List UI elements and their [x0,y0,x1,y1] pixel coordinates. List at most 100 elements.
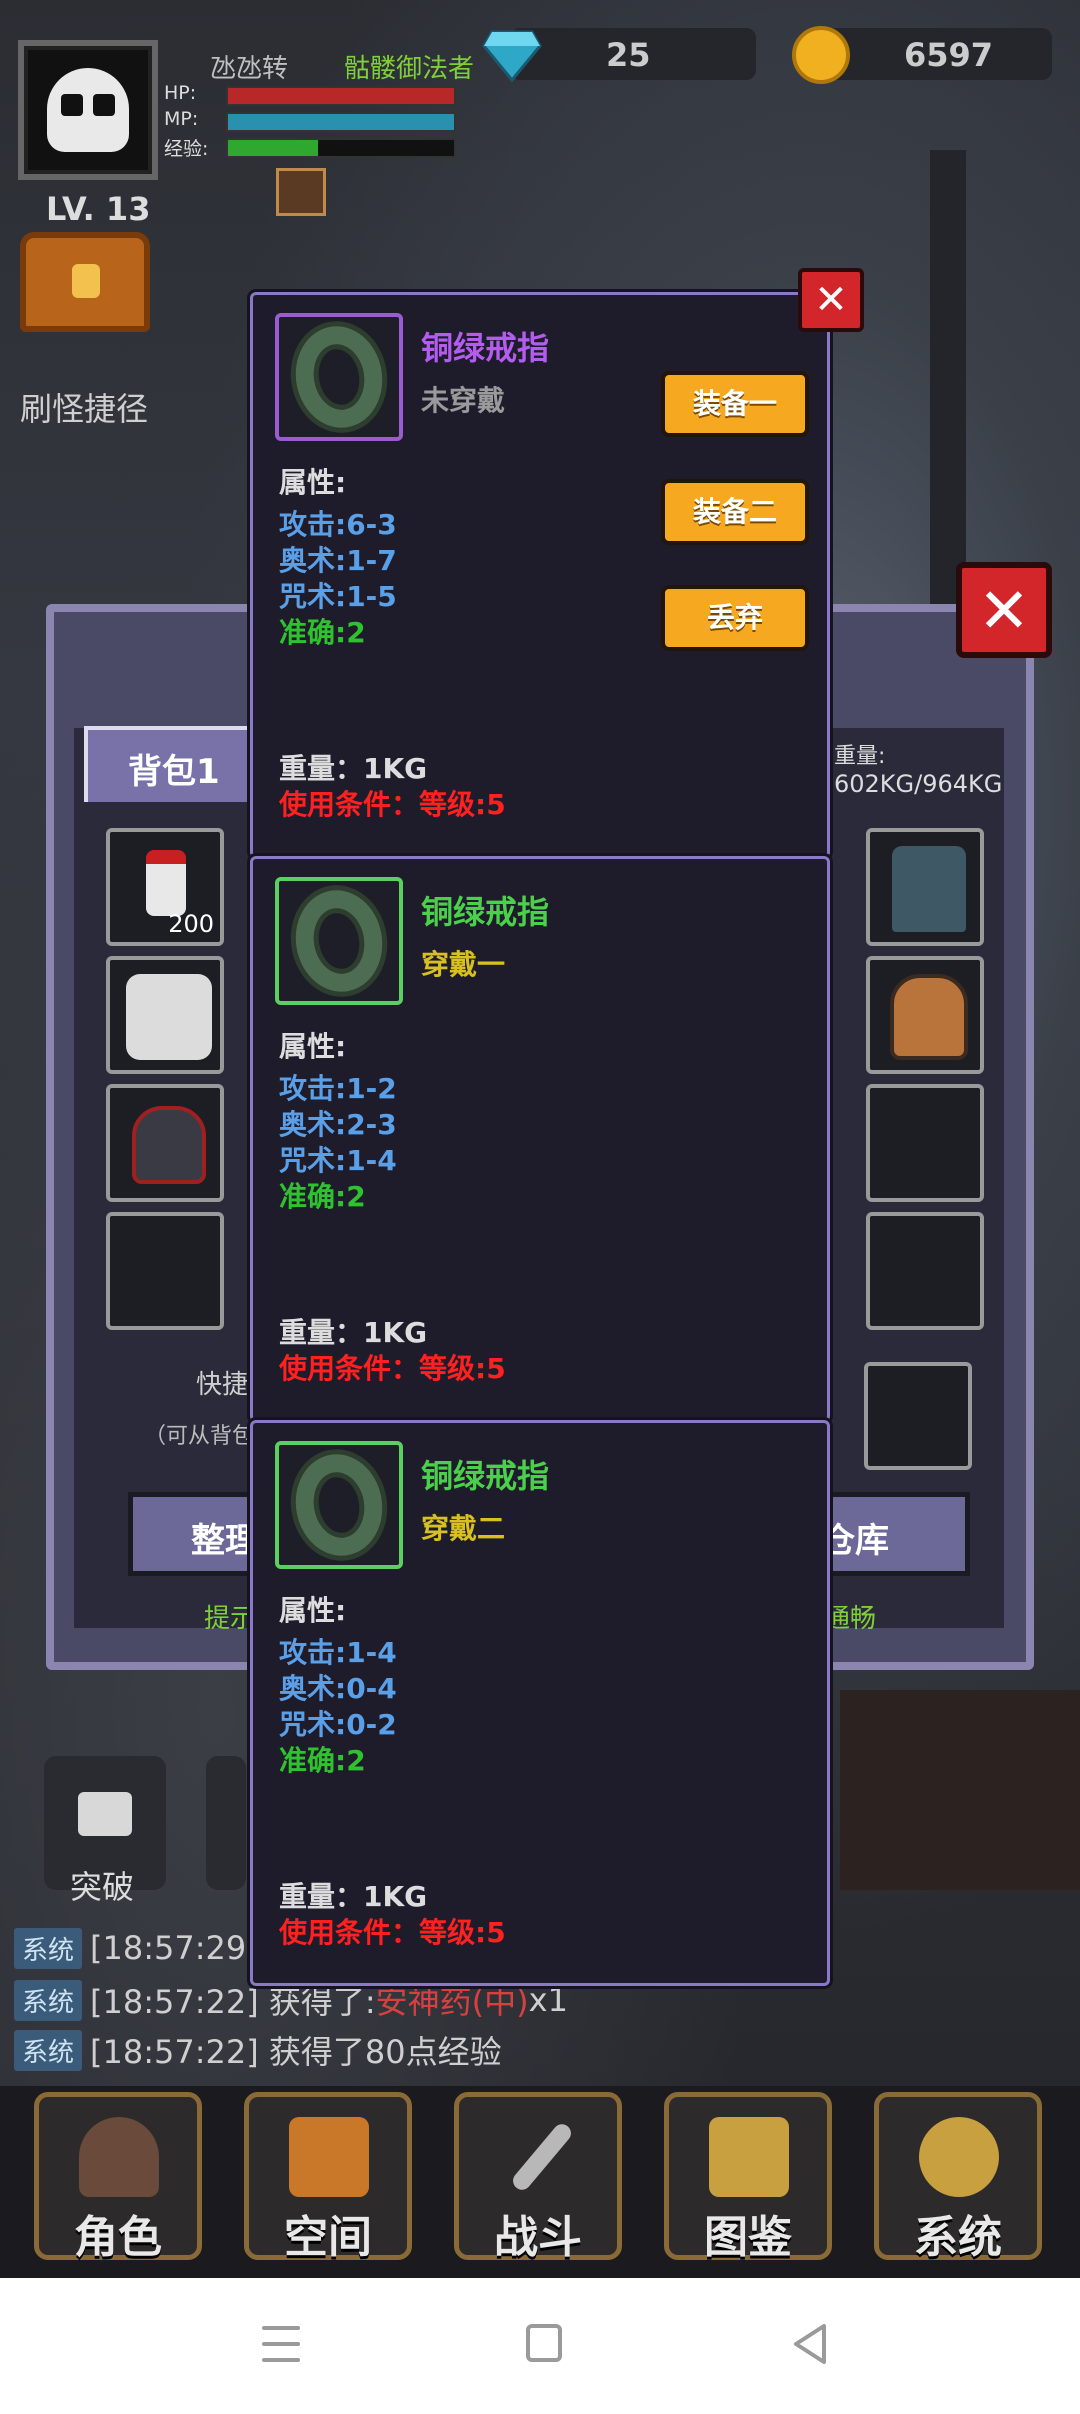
chat-line: 系统 [18:57:29 [14,1927,247,1969]
book-icon [709,2117,789,2197]
mp-label: MP: [164,108,199,130]
breakthrough-label: 突破 [70,1868,135,1906]
item-icon-frame [275,877,403,1005]
gold-coin-icon [792,26,850,84]
quickbar-label: 快捷 [196,1370,249,1400]
robe-icon [892,846,966,932]
side-button-partial[interactable] [206,1756,246,1890]
attribute-curse: 咒术:0-2 [279,1708,397,1741]
attribute-attack: 攻击:1-4 [279,1636,397,1669]
exp-bar [226,138,456,158]
item-name: 铜绿戒指 [421,1457,550,1495]
tip-text-end: 通畅 [824,1604,877,1634]
fist-buff-icon[interactable] [276,168,326,216]
monster-shortcut-label[interactable]: 刷怪捷径 [20,384,148,430]
horned-helmet-icon [79,2117,159,2197]
attribute-arcane: 奥术:1-7 [279,544,397,577]
inventory-slot-helmet[interactable] [106,1084,224,1202]
close-icon: ✕ [814,277,848,323]
nav-label: 战斗 [494,2212,582,2263]
chat-text: [18:57:22] 获得了80点经验 [90,2033,502,2071]
item-card-unequipped: 铜绿戒指 未穿戴 属性: 攻击:6-3 奥术:1-7 咒术:1-5 准确:2 重… [250,292,830,858]
item-icon-frame [275,313,403,441]
nav-character-button[interactable]: 角色 [34,2092,202,2263]
chat-suffix: x1 [528,1981,568,2019]
chat-line: 系统 [18:57:22] 获得了80点经验 [14,2029,502,2071]
ring-icon [287,883,391,999]
attribute-accuracy: 准确:2 [279,616,366,649]
inventory-slot-empty[interactable] [866,1212,984,1330]
item-icon-frame [275,1441,403,1569]
sword-icon [509,2120,575,2194]
equip-slot-1-button[interactable]: 装备一 [661,371,809,437]
back-button[interactable] [790,2322,830,2366]
inventory-slot-robe[interactable] [866,828,984,946]
item-name: 铜绿戒指 [421,329,550,367]
attribute-attack: 攻击:1-2 [279,1072,397,1105]
attribute-attack: 攻击:6-3 [279,508,397,541]
white-armor-icon [126,974,212,1060]
inventory-slot-empty[interactable] [866,1084,984,1202]
player-name: 氹氹转 [210,54,289,84]
ring-icon [287,1447,391,1563]
nav-battle-button[interactable]: 战斗 [454,2092,622,2263]
discard-button[interactable]: 丢弃 [661,585,809,651]
player-avatar[interactable] [18,40,158,180]
gold-count: 6597 [904,36,994,74]
backpack-icon [289,2117,369,2197]
chat-tag: 系统 [14,1979,83,2021]
attribute-arcane: 奥术:2-3 [279,1108,397,1141]
recent-apps-button[interactable] [262,2326,300,2362]
item-equip-state: 穿戴一 [421,948,506,981]
quickbar-slot[interactable] [864,1362,972,1470]
nav-label: 空间 [284,2212,372,2263]
close-backpack-button[interactable]: ✕ [956,562,1052,658]
chat-tag: 系统 [14,1927,83,1969]
gem-count: 25 [606,36,651,74]
inventory-slot-potion[interactable]: 200 [106,828,224,946]
attribute-curse: 咒术:1-5 [279,580,397,613]
nav-codex-button[interactable]: 图鉴 [664,2092,832,2263]
item-quantity: 200 [168,910,214,938]
mp-bar [226,112,456,132]
hp-bar [226,86,456,106]
attributes-title: 属性: [279,1594,347,1627]
background-spire [930,150,966,610]
item-weight: 重量：1KG [279,1316,428,1349]
lock-icon [78,1792,132,1836]
home-button[interactable] [526,2324,562,2362]
quickbar-hint: （可从背包 [144,1424,255,1449]
chat-tag: 系统 [14,2029,83,2071]
item-requirement: 使用条件：等级:5 [279,1916,506,1949]
close-item-card-button[interactable]: ✕ [798,268,864,332]
item-equip-state: 未穿戴 [421,384,506,417]
gear-icon [919,2117,999,2197]
equip-slot-2-button[interactable]: 装备二 [661,479,809,545]
hp-label: HP: [164,82,197,104]
exp-label: 经验: [164,138,209,160]
nav-system-button[interactable]: 系统 [874,2092,1042,2263]
blue-diamond-icon [482,30,542,82]
player-level: LV. 13 [46,190,151,228]
item-equip-state: 穿戴二 [421,1512,506,1545]
item-requirement: 使用条件：等级:5 [279,1352,506,1385]
inventory-slot-horned-helmet[interactable] [866,956,984,1074]
item-requirement: 使用条件：等级:5 [279,788,506,821]
attribute-arcane: 奥术:0-4 [279,1672,397,1705]
nav-label: 图鉴 [704,2212,792,2263]
attributes-title: 属性: [279,466,347,499]
inventory-slot-empty[interactable] [106,1212,224,1330]
nav-label: 角色 [74,2212,162,2263]
treasure-chest-icon[interactable] [20,232,150,332]
attributes-title: 属性: [279,1030,347,1063]
close-icon: ✕ [978,573,1030,647]
nav-space-button[interactable]: 空间 [244,2092,412,2263]
chat-text: [18:57:29 [90,1929,247,1967]
inventory-slot-armor[interactable] [106,956,224,1074]
ring-icon [287,319,391,435]
attribute-accuracy: 准确:2 [279,1744,366,1777]
chat-line: 系统 [18:57:22] 获得了: 安神药(中) x1 [14,1979,568,2021]
horned-helmet-icon [890,974,968,1060]
item-card-equipped-2: 铜绿戒指 穿戴二 属性: 攻击:1-4 奥术:0-4 咒术:0-2 准确:2 重… [250,1420,830,1986]
skull-icon [47,68,129,152]
